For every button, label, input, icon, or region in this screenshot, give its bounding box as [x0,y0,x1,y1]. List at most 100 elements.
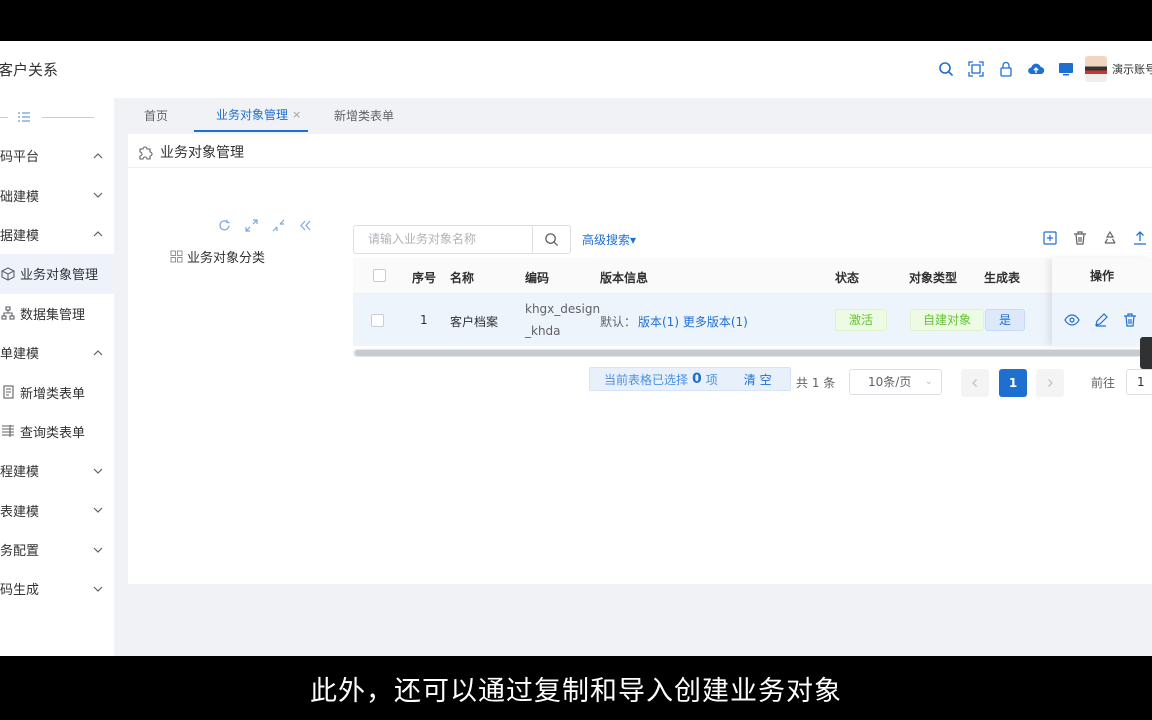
column-header: 状态 [835,271,860,285]
sidebar-group-data-modeling[interactable]: 据建模 [0,215,114,254]
subtitle-text: 此外，还可以通过复制和导入创建业务对象 [310,675,842,707]
tab-home[interactable]: 首页 [144,98,168,132]
row-code-line1: khgx_design [525,302,601,316]
tab-label: 业务对象管理 [216,107,289,122]
clear-selection-button[interactable]: 清 空 [744,371,772,388]
row-checkbox[interactable] [371,314,384,327]
row-code-line2: _khda [525,324,561,338]
next-page-button[interactable] [1036,369,1064,397]
sidebar-group-process-modeling[interactable]: 程建模 [0,451,114,490]
operations-column: 操作 [1052,258,1152,346]
tab-business-object-mgmt[interactable]: 业务对象管理 × [194,98,308,132]
tab-add-form[interactable]: 新增类表单 [334,98,394,132]
expand-icon[interactable] [245,219,258,232]
edit-icon[interactable] [1093,312,1109,328]
prev-page-button[interactable] [961,369,989,397]
header-toolbar: 演示账号 [931,55,1152,83]
tab-label: 首页 [144,108,169,123]
sidebar-item-label: 业务对象管理 [20,268,99,284]
close-icon[interactable]: × [292,108,301,121]
sidebar-group-lowcode-platform[interactable]: 码平台 [0,136,114,175]
row-index: 1 [420,313,428,327]
sidebar-item-label: 查询类表单 [20,425,86,441]
view-icon[interactable] [1064,312,1080,328]
select-all-checkbox[interactable] [373,269,386,282]
divider [42,116,94,118]
chevron-down-icon [93,468,103,474]
sidebar-item-query-form[interactable]: 查询类表单 [0,412,114,451]
advanced-search-link[interactable]: 高级搜索▾ [582,231,636,248]
selection-count: 0 [692,371,702,387]
sidebar: 码平台 础建模 据建模 业务对象管理 数据集管理 单建模 新增类表单 查询类表单… [0,98,114,656]
page-title-text: 业务对象管理 [160,145,244,161]
form-query-icon [0,423,16,439]
app-window: 客户关系 演示账号 码平台 础建模 据建模 业务对象管理 数据集管理 单建模 新… [0,41,1152,656]
column-header: 生成表 [984,271,1021,285]
sidebar-item-add-form[interactable]: 新增类表单 [0,372,114,411]
column-header: 编码 [525,271,550,285]
sidebar-item-label: 表建模 [0,504,40,520]
sidebar-item-label: 程建模 [0,465,40,481]
page-size-value: 10条/页 [868,375,912,389]
cloud-upload-icon[interactable] [1021,55,1051,83]
add-icon[interactable] [1042,230,1058,246]
row-actions [1052,294,1152,346]
chevron-right-icon [1048,379,1053,387]
monitor-icon[interactable] [1051,55,1081,83]
sidebar-item-business-object-mgmt[interactable]: 业务对象管理 [0,254,114,294]
sidebar-item-label: 新增类表单 [20,386,86,402]
refresh-icon[interactable] [218,219,231,232]
sidebar-item-label: 础建模 [0,189,40,205]
sidebar-group-code-gen[interactable]: 码生成 [0,569,114,608]
search-button[interactable] [533,225,571,254]
table-row[interactable]: 1 客户档案 khgx_design _khda 默认： 版本(1) 更多版本(… [353,294,1152,346]
chevron-up-icon [93,231,103,237]
search-icon[interactable] [931,55,961,83]
form-add-icon [0,384,16,400]
sidebar-toggle[interactable] [0,98,114,136]
recycle-icon[interactable] [1102,230,1118,246]
dataset-icon [0,305,16,321]
side-handle[interactable] [1140,337,1152,369]
sidebar-group-service-config[interactable]: 务配置 [0,530,114,569]
object-type-badge: 自建对象 [910,309,984,331]
page-number-button[interactable]: 1 [999,369,1027,397]
collapse-icon[interactable] [272,219,285,232]
business-object-table: 序号 名称 编码 版本信息 状态 对象类型 生成表 1 客户档案 khgx_de… [353,258,1152,350]
goto-label: 前往 [1091,376,1116,390]
lock-icon[interactable] [991,55,1021,83]
sidebar-item-label: 码平台 [0,150,40,166]
fullscreen-icon[interactable] [961,55,991,83]
menu-list-icon[interactable] [18,111,30,123]
sidebar-item-dataset-mgmt[interactable]: 数据集管理 [0,294,114,333]
delete-icon[interactable] [1072,230,1088,246]
horizontal-scrollbar[interactable] [353,349,1152,357]
upload-icon[interactable] [1132,230,1148,246]
sidebar-group-basic-modeling[interactable]: 础建模 [0,175,114,214]
tree-node-label: 业务对象分类 [187,251,266,266]
scrollbar-thumb[interactable] [355,350,1145,356]
page-size-select[interactable]: 10条/页 ⌄ [849,369,942,395]
chevron-down-icon [93,547,103,553]
goto-page-input[interactable]: 1 [1126,369,1152,395]
sidebar-group-form-modeling[interactable]: 单建模 [0,333,114,372]
sidebar-item-label: 务配置 [0,544,40,560]
version-link[interactable]: 版本(1) 更多版本(1) [638,313,748,330]
tree-node-root[interactable]: 业务对象分类 [170,247,265,266]
delete-icon[interactable] [1122,312,1138,328]
column-header: 名称 [450,271,475,285]
user-name[interactable]: 演示账号 [1112,61,1152,77]
status-badge: 激活 [835,309,887,331]
double-chevron-left-icon[interactable] [299,219,312,232]
chevron-down-icon [93,192,103,198]
chevron-down-icon [93,586,103,592]
column-header: 操作 [1052,258,1152,294]
sidebar-group-report-modeling[interactable]: 表建模 [0,491,114,530]
sidebar-item-label: 数据集管理 [20,307,86,323]
content-card: 业务对象管理 业务对象分类 请输入业务对象名称 高级搜索▾ 序号 名称 编码 版… [128,134,1152,584]
puzzle-icon [139,146,153,160]
search-input[interactable]: 请输入业务对象名称 [353,225,533,254]
search-icon [545,233,559,247]
video-subtitle-bar: 此外，还可以通过复制和导入创建业务对象 [0,656,1152,720]
avatar[interactable] [1085,56,1107,82]
